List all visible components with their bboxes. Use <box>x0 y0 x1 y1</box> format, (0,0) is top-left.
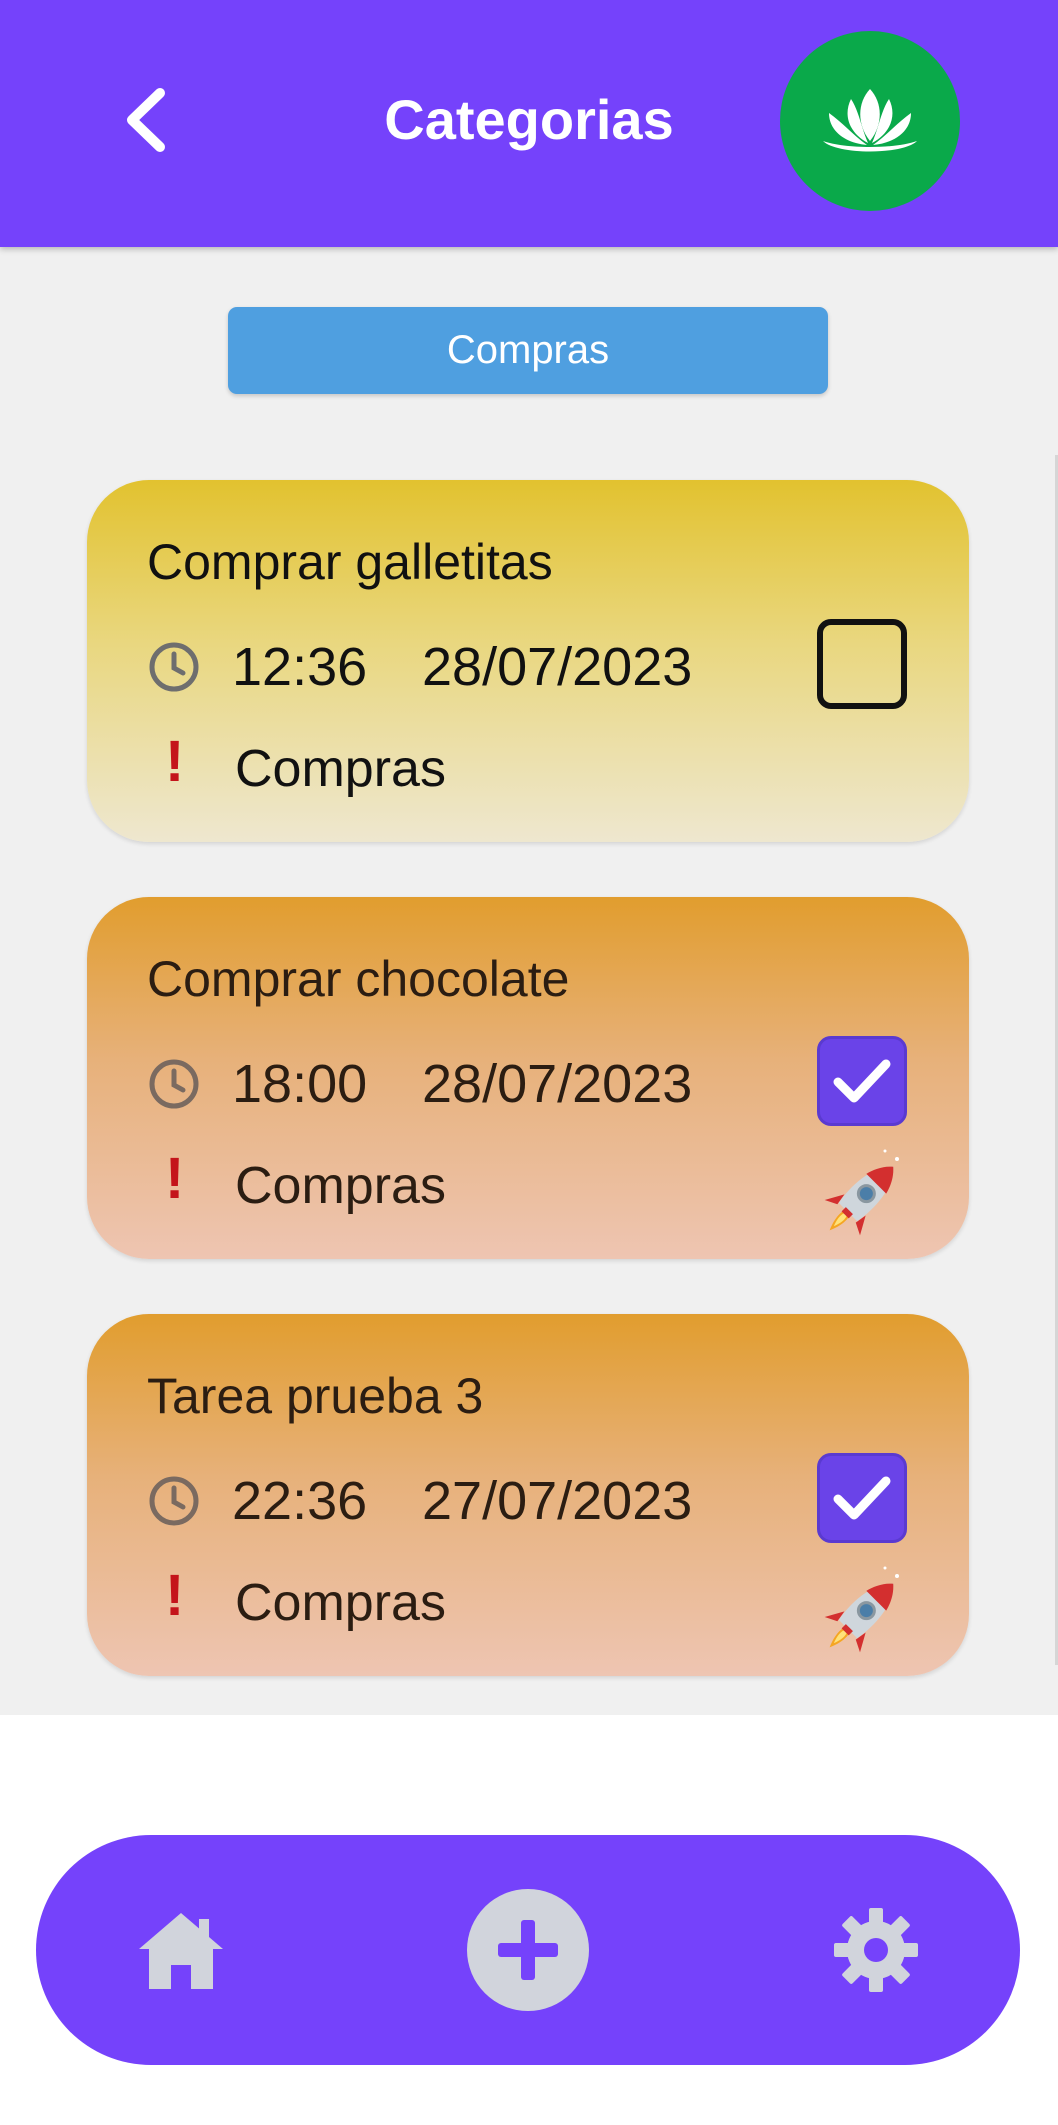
task-checkbox[interactable] <box>817 619 907 709</box>
rocket-icon <box>824 1566 899 1653</box>
task-card[interactable]: Comprar chocolate 18:00 28/07/2023 ! Com… <box>87 897 969 1259</box>
task-card[interactable]: Tarea prueba 3 22:36 27/07/2023 ! Compra… <box>87 1314 969 1676</box>
task-date: 28/07/2023 <box>422 637 693 697</box>
task-time: 12:36 <box>232 637 368 697</box>
check-icon <box>833 1476 891 1520</box>
settings-button[interactable] <box>826 1900 926 2000</box>
task-category: Compras <box>235 1574 446 1632</box>
task-checkbox[interactable] <box>817 1453 907 1543</box>
app-logo <box>780 31 960 211</box>
priority-icon: ! <box>165 729 185 794</box>
gear-icon <box>834 1908 918 1992</box>
task-date: 28/07/2023 <box>422 1054 693 1114</box>
task-title: Tarea prueba 3 <box>147 1368 484 1424</box>
lotus-icon <box>823 89 917 152</box>
task-date: 27/07/2023 <box>422 1471 693 1531</box>
rocket-icon <box>824 1149 899 1236</box>
check-icon <box>833 1059 891 1103</box>
task-card[interactable]: Comprar galletitas 12:36 28/07/2023 ! Co… <box>87 480 969 842</box>
task-category: Compras <box>235 1157 446 1215</box>
task-title: Comprar chocolate <box>147 951 570 1007</box>
task-time: 22:36 <box>232 1471 368 1531</box>
task-title: Comprar galletitas <box>147 534 553 590</box>
category-filter-button[interactable]: Compras <box>228 307 828 394</box>
home-icon <box>139 1913 223 1989</box>
home-button[interactable] <box>131 1900 231 2000</box>
app-header: Categorias <box>0 0 1058 247</box>
add-task-button[interactable] <box>467 1889 589 2011</box>
clock-icon <box>149 642 199 692</box>
clock-icon <box>149 1476 199 1526</box>
task-checkbox[interactable] <box>817 1036 907 1126</box>
priority-icon: ! <box>165 1146 185 1211</box>
priority-icon: ! <box>165 1563 185 1628</box>
bottom-nav <box>36 1835 1020 2065</box>
clock-icon <box>149 1059 199 1109</box>
add-icon <box>498 1920 558 1980</box>
task-time: 18:00 <box>232 1054 368 1114</box>
task-category: Compras <box>235 740 446 798</box>
